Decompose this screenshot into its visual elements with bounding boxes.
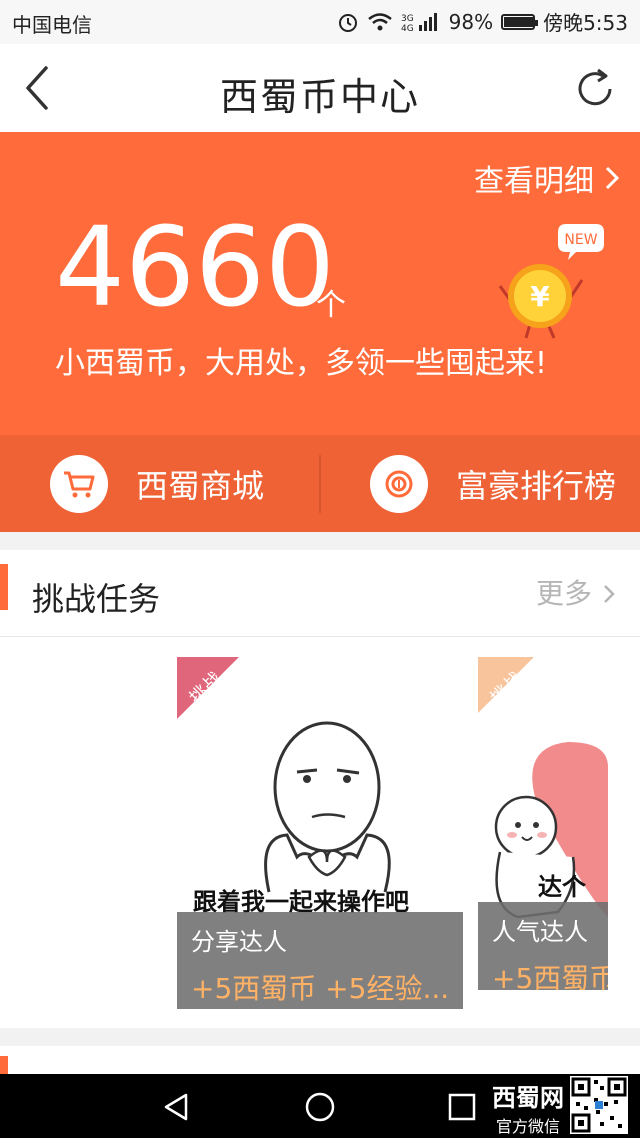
cart-icon xyxy=(50,454,108,513)
status-time: 傍晚5:53 xyxy=(543,11,628,35)
triangle-back-icon[interactable] xyxy=(160,1090,194,1124)
coin-symbol: ¥ xyxy=(530,280,550,313)
ranking-label: 富豪排行榜 xyxy=(456,466,617,505)
chevron-right-icon xyxy=(605,166,620,190)
new-badge: NEW xyxy=(564,232,597,248)
view-details-link[interactable]: 查看明细 xyxy=(474,156,620,200)
wifi-icon xyxy=(367,12,392,30)
svg-text:3G: 3G xyxy=(401,14,414,24)
ranking-link[interactable]: 富豪排行榜 xyxy=(320,435,640,532)
meme-caption: 达个 xyxy=(538,873,586,901)
watermark: 西蜀网 官方微信 xyxy=(492,1078,564,1137)
watermark-caption: 官方微信 xyxy=(495,1117,560,1136)
card-caption: 人气达人 +5西蜀币 xyxy=(478,902,608,990)
card-title: 人气达人 xyxy=(492,918,588,946)
status-bar: 中国电信 3G 4G 98% 傍晚5:53 xyxy=(0,0,640,44)
card-caption: 分享达人 +5西蜀币 +5经验... xyxy=(177,912,463,1009)
card-reward: +5西蜀币 xyxy=(492,962,608,990)
challenge-header: 挑战任务 更多 xyxy=(0,550,640,637)
square-recent-icon[interactable] xyxy=(445,1090,479,1124)
battery-percent: 98% xyxy=(448,9,494,34)
status-icons: 3G 4G 98% 傍晚5:53 xyxy=(337,7,628,36)
nav-bar: 西蜀币中心 xyxy=(0,44,640,132)
more-link[interactable]: 更多 xyxy=(536,572,616,612)
view-details-label: 查看明细 xyxy=(474,164,594,199)
circle-home-icon[interactable] xyxy=(303,1090,337,1124)
page-title: 西蜀币中心 xyxy=(219,75,420,119)
coin-balance-panel: 查看明细 4660 个 小西蜀币，大用处，多领一些囤起来! NEW ¥ xyxy=(0,132,640,435)
battery-icon xyxy=(501,13,539,30)
system-nav-bar: 西蜀网 官方微信 xyxy=(0,1074,640,1138)
card-title: 分享达人 xyxy=(191,928,287,956)
ranking-icon xyxy=(370,454,428,513)
coin-mascot-icon: NEW ¥ xyxy=(498,224,604,339)
quick-links: 西蜀商城 富豪排行榜 xyxy=(0,435,640,532)
watermark-brand: 西蜀网 xyxy=(492,1084,564,1112)
coin-amount: 4660 xyxy=(55,203,335,331)
more-label: 更多 xyxy=(535,577,592,610)
card-reward: +5西蜀币 +5经验... xyxy=(191,972,450,1005)
alarm-icon xyxy=(338,13,357,32)
mall-label: 西蜀商城 xyxy=(136,466,265,505)
svg-text:4G: 4G xyxy=(401,24,414,33)
challenge-title: 挑战任务 xyxy=(32,580,161,618)
coin-slogan: 小西蜀币，大用处，多领一些囤起来! xyxy=(55,346,548,381)
challenge-card[interactable]: 挑战 达个 人气达人 +5西蜀币 xyxy=(478,657,608,990)
qr-code-image xyxy=(570,1076,628,1134)
next-section xyxy=(0,1046,640,1076)
section-accent-bar xyxy=(0,564,8,610)
chevron-right-icon xyxy=(604,585,615,603)
carrier-name: 中国电信 xyxy=(12,13,92,37)
refresh-icon[interactable] xyxy=(572,66,618,112)
challenge-card[interactable]: 挑战 跟着我一起来操作吧 分享达人 +5西蜀币 +5经验... xyxy=(177,657,463,1009)
coin-unit: 个 xyxy=(316,288,346,323)
signal-icon: 3G 4G xyxy=(401,12,437,33)
section-accent-bar xyxy=(0,1056,8,1076)
divider xyxy=(319,455,321,513)
mall-link[interactable]: 西蜀商城 xyxy=(0,435,320,532)
